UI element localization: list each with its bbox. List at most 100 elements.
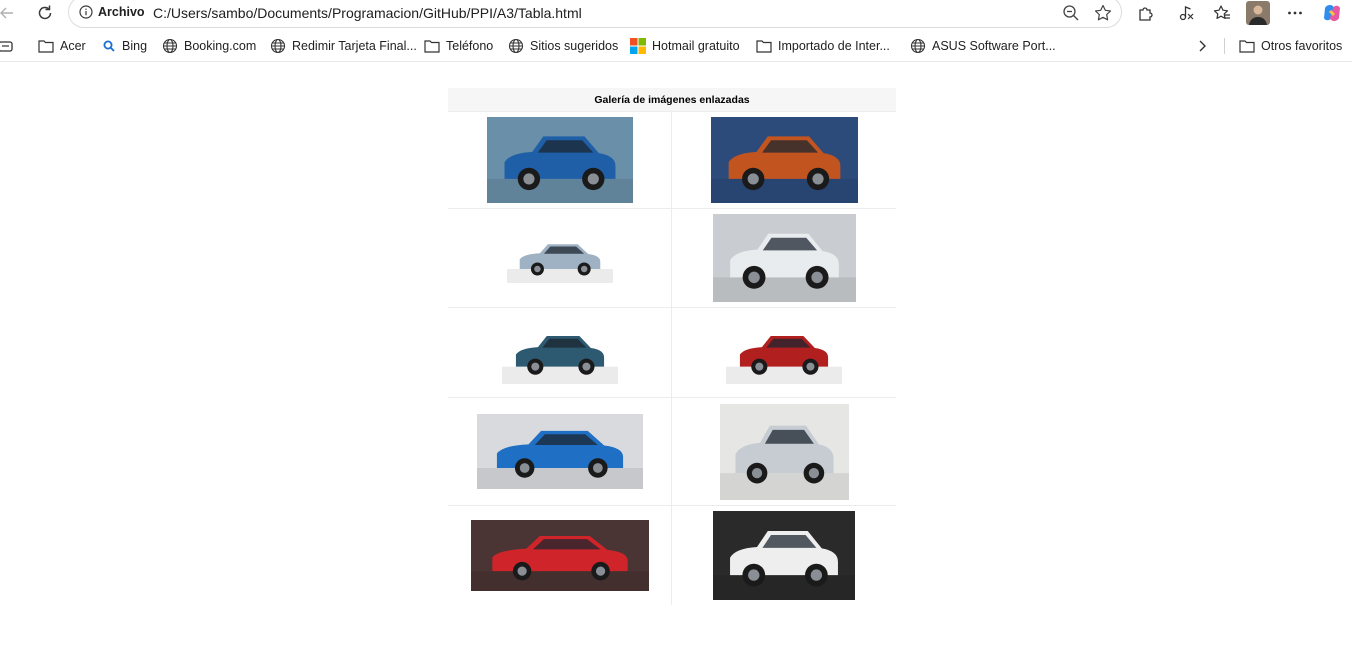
globe-icon (162, 38, 178, 54)
favorite-label: Booking.com (184, 39, 257, 53)
car-teal-suv-image[interactable] (501, 321, 618, 384)
car-rim (581, 362, 590, 371)
gallery-cell[interactable] (672, 398, 896, 505)
ellipsis-icon (1288, 11, 1302, 15)
gallery-cell[interactable] (448, 398, 672, 505)
star-icon[interactable] (1093, 3, 1113, 23)
car-red-suv-image[interactable] (726, 321, 842, 384)
table-row (448, 308, 896, 398)
more-options-button[interactable] (1283, 2, 1307, 24)
gallery-cell[interactable] (672, 209, 896, 307)
image-ground (726, 366, 842, 384)
gallery-cell[interactable] (448, 308, 672, 397)
car-rim (519, 463, 530, 473)
gallery-title: Galería de imágenes enlazadas (448, 88, 896, 112)
car-red-crossover-image[interactable] (470, 520, 649, 591)
page-viewport: Galería de imágenes enlazadas (0, 61, 1352, 666)
gallery-cell[interactable] (448, 506, 672, 605)
address-url[interactable]: C:/Users/sambo/Documents/Programacion/Gi… (153, 5, 582, 21)
favorite-acer[interactable]: Acer (38, 36, 86, 56)
favorite-redimir-tarjeta[interactable]: Redimir Tarjeta Final... (270, 36, 417, 56)
puzzle-icon (1139, 7, 1153, 21)
favorite-label: Importado de Inter... (778, 39, 890, 53)
globe-icon (270, 38, 286, 54)
image-ground (712, 277, 856, 302)
avatar (1246, 1, 1270, 25)
favorites-overflow-button[interactable] (1196, 36, 1214, 56)
tab-actions-button[interactable] (0, 36, 20, 56)
favorite-label: Sitios sugeridos (530, 39, 619, 53)
car-rim (806, 362, 815, 371)
image-ground (710, 178, 858, 203)
car-white-compact-suv-image[interactable] (713, 511, 855, 600)
folder-icon (1239, 40, 1255, 53)
tab-actions-icon (0, 41, 13, 52)
table-row (448, 398, 896, 506)
copilot-icon (1324, 5, 1340, 21)
back-button[interactable] (0, 2, 20, 24)
browser-toolbar: Archivo C:/Users/sambo/Documents/Program… (0, 0, 1352, 28)
car-rim (517, 566, 527, 576)
image-ground (476, 468, 643, 489)
favorite-telefono[interactable]: Teléfono (424, 36, 493, 56)
favorite-label: Acer (60, 39, 86, 53)
favorites-divider (1224, 38, 1225, 54)
car-orange-suv-image[interactable] (710, 117, 858, 203)
image-ground (713, 575, 855, 600)
media-button[interactable] (1174, 2, 1198, 24)
car-rim (747, 173, 759, 185)
car-rim (580, 265, 587, 273)
favorite-bing[interactable]: Bing (102, 36, 147, 56)
favorite-booking[interactable]: Booking.com (162, 36, 256, 56)
car-rim (810, 569, 823, 581)
folder-icon (424, 40, 440, 53)
car-rim (592, 463, 603, 473)
favorite-label: ASUS Software Port... (932, 39, 1056, 53)
globe-icon (910, 38, 926, 54)
favorite-sitios-sugeridos[interactable]: Sitios sugeridos (508, 36, 618, 56)
favorite-label: Redimir Tarjeta Final... (292, 39, 417, 53)
car-rim (533, 265, 541, 273)
favorite-label: Hotmail gratuito (652, 39, 740, 53)
image-gallery-table: Galería de imágenes enlazadas (448, 88, 896, 605)
image-ground (719, 472, 849, 500)
copilot-button[interactable] (1320, 2, 1344, 24)
table-row (448, 112, 896, 209)
info-icon[interactable] (79, 5, 93, 19)
car-rim (522, 173, 535, 185)
favorites-button[interactable] (1210, 2, 1234, 24)
extensions-button[interactable] (1134, 2, 1158, 24)
address-bar[interactable]: Archivo C:/Users/sambo/Documents/Program… (68, 0, 1122, 28)
arrow-left-icon (0, 7, 13, 19)
car-rim (810, 271, 823, 284)
favorites-bar: Acer Bing Booking.com Redimir Tarjeta Fi… (0, 32, 1352, 60)
gallery-cell[interactable] (448, 112, 672, 208)
zoom-out-icon[interactable] (1061, 3, 1081, 23)
table-row (448, 209, 896, 308)
car-white-suv-image[interactable] (712, 214, 856, 302)
gallery-cell[interactable] (672, 506, 896, 605)
car-silver-suv-showroom-image[interactable] (719, 403, 849, 500)
reload-icon (38, 5, 52, 20)
profile-button[interactable] (1246, 1, 1270, 25)
car-blue-sedan-image[interactable] (486, 117, 633, 203)
car-rim (808, 467, 819, 478)
car-silver-sedan-image[interactable] (506, 233, 613, 283)
gallery-cell[interactable] (448, 209, 672, 307)
table-row (448, 506, 896, 605)
car-rim (755, 362, 764, 371)
favorite-hotmail[interactable]: Hotmail gratuito (630, 36, 740, 56)
car-rim (587, 173, 599, 185)
gallery-cell[interactable] (672, 112, 896, 208)
favorite-label: Bing (122, 39, 148, 53)
favorite-importado[interactable]: Importado de Inter... (756, 36, 890, 56)
image-ground (486, 178, 633, 203)
folder-icon (756, 40, 772, 53)
favorite-asus[interactable]: ASUS Software Port... (910, 36, 1056, 56)
other-favorites-folder[interactable]: Otros favoritos (1239, 36, 1342, 56)
reload-button[interactable] (32, 2, 58, 24)
car-blue-pickup-image[interactable] (476, 414, 643, 489)
music-note-icon (1179, 6, 1194, 21)
car-rim (747, 271, 760, 284)
gallery-cell[interactable] (672, 308, 896, 397)
